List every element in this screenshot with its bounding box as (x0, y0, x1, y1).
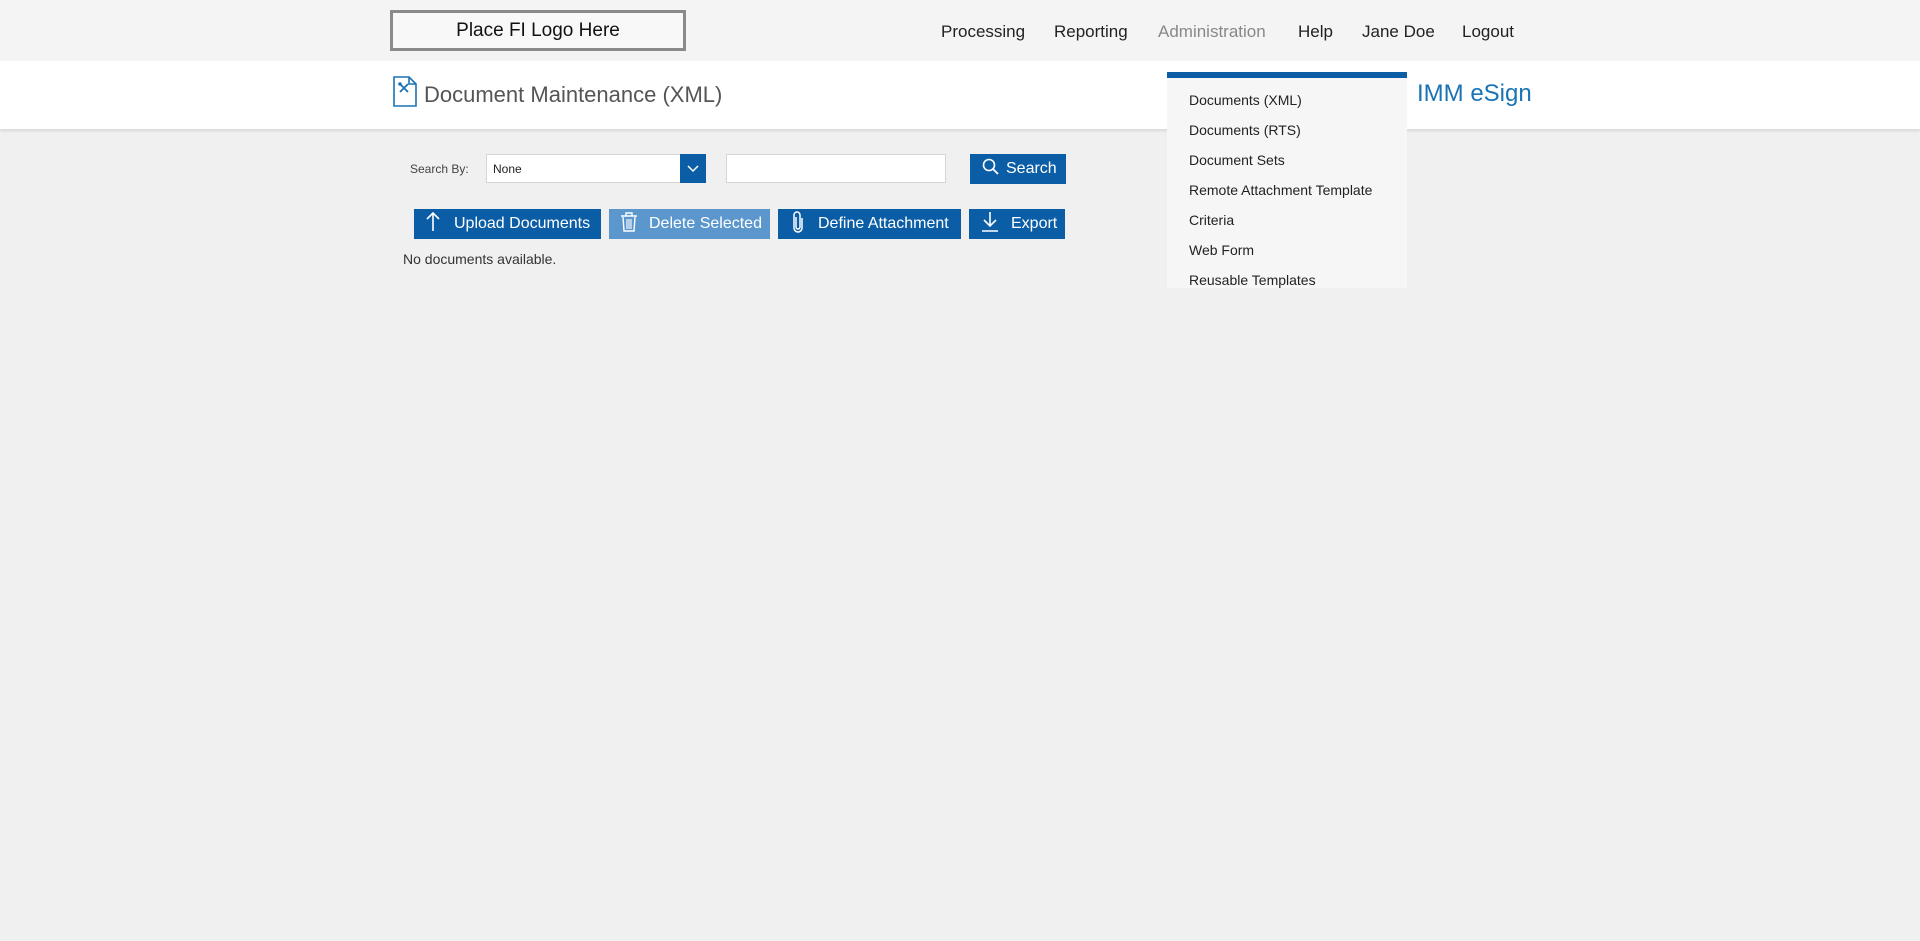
administration-dropdown-menu: Documents (XML) Documents (RTS) Document… (1167, 72, 1407, 288)
menu-item-criteria[interactable]: Criteria (1189, 212, 1234, 228)
menu-item-web-form[interactable]: Web Form (1189, 242, 1254, 258)
search-button[interactable]: Search (970, 154, 1066, 184)
nav-reporting[interactable]: Reporting (1054, 22, 1128, 42)
page-title: Document Maintenance (XML) (424, 82, 723, 107)
trash-icon (620, 211, 638, 237)
upload-documents-label: Upload Documents (454, 215, 591, 232)
menu-item-remote-attachment-template[interactable]: Remote Attachment Template (1189, 182, 1372, 198)
chevron-down-icon[interactable] (680, 154, 706, 183)
search-by-selected-value: None (493, 162, 522, 176)
empty-documents-message: No documents available. (403, 251, 557, 267)
brand-name: IMM eSign (1417, 80, 1532, 107)
nav-help[interactable]: Help (1298, 22, 1333, 42)
search-by-select[interactable]: None (486, 154, 706, 183)
menu-item-reusable-templates[interactable]: Reusable Templates (1189, 272, 1316, 288)
nav-logout[interactable]: Logout (1462, 22, 1514, 42)
upload-documents-button[interactable]: Upload Documents (414, 209, 601, 239)
nav-user-jane-doe[interactable]: Jane Doe (1362, 22, 1435, 42)
define-attachment-button[interactable]: Define Attachment (778, 209, 961, 239)
search-button-label: Search (1006, 160, 1057, 177)
delete-selected-button[interactable]: Delete Selected (609, 209, 770, 239)
title-bar (0, 61, 1920, 129)
menu-item-documents-xml[interactable]: Documents (XML) (1189, 92, 1302, 108)
search-input[interactable] (726, 154, 946, 183)
upload-icon (425, 211, 441, 237)
logo-text: Place FI Logo Here (456, 19, 620, 41)
download-icon (981, 211, 999, 238)
define-attachment-label: Define Attachment (818, 215, 949, 232)
document-wrench-icon (392, 76, 418, 112)
menu-item-document-sets[interactable]: Document Sets (1189, 152, 1285, 168)
search-icon (982, 158, 1000, 181)
fi-logo-placeholder[interactable]: Place FI Logo Here (390, 10, 686, 51)
export-label: Export (1011, 215, 1058, 232)
export-button[interactable]: Export (969, 209, 1065, 239)
paperclip-icon (792, 210, 804, 238)
search-by-label: Search By: (410, 162, 469, 176)
nav-processing[interactable]: Processing (941, 22, 1025, 42)
nav-administration[interactable]: Administration (1158, 22, 1266, 42)
delete-selected-label: Delete Selected (649, 215, 762, 232)
menu-item-documents-rts[interactable]: Documents (RTS) (1189, 122, 1301, 138)
